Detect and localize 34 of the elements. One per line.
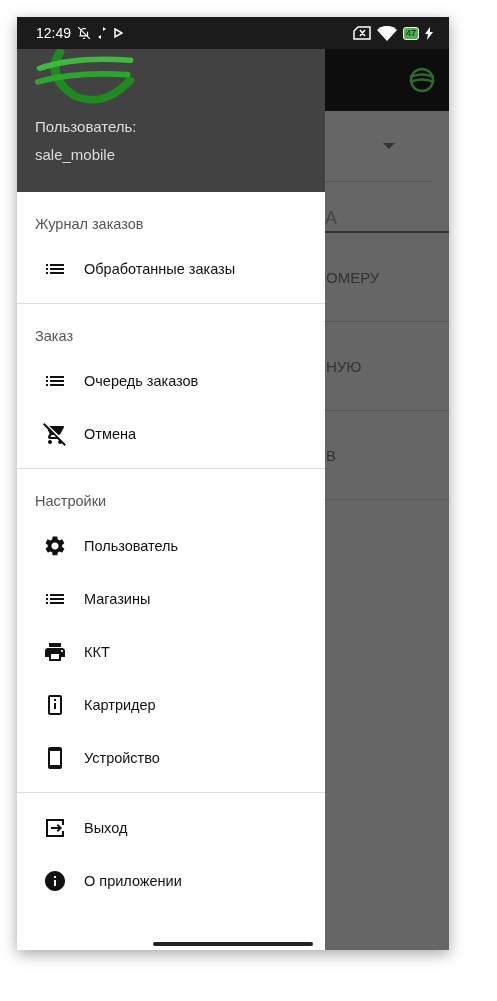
menu-item-label: Картридер: [84, 696, 156, 713]
menu-item-label: О приложении: [84, 872, 182, 889]
menu-item-label: Магазины: [84, 590, 151, 607]
section-heading: Настройки: [34, 492, 108, 511]
menu-item[interactable]: Картридер: [17, 678, 325, 731]
cart-off-icon: [43, 421, 67, 446]
menu-item-label: Выход: [84, 819, 128, 836]
play-icon: [113, 28, 124, 38]
section-heading: Журнал заказов: [34, 215, 145, 234]
menu-item[interactable]: О приложении: [17, 854, 325, 907]
menu-item[interactable]: Устройство: [17, 731, 325, 784]
menu-item[interactable]: ККТ: [17, 625, 325, 678]
menu-item[interactable]: Выход: [17, 801, 325, 854]
logo-icon: [407, 65, 437, 95]
user-label: Пользователь:: [35, 118, 138, 135]
user-name: sale_mobile: [35, 146, 117, 163]
bell-off-icon: [77, 26, 92, 40]
menu-item-label: ККТ: [84, 643, 110, 660]
menu-item[interactable]: Пользователь: [17, 519, 325, 572]
menu-item-label: Устройство: [84, 749, 160, 766]
menu-item-label: Обработанные заказы: [84, 260, 236, 277]
charging-icon: [425, 26, 433, 40]
wifi-icon: [377, 25, 397, 41]
clock: 12:49: [36, 25, 72, 41]
menu-item-label: Очередь заказов: [84, 372, 199, 389]
menu-item-label: Отмена: [84, 425, 137, 442]
sync-icon: [97, 27, 108, 39]
battery-level: 47: [403, 26, 419, 40]
sim-off-icon: [353, 26, 371, 40]
menu-item-label: Пользователь: [84, 537, 179, 554]
dropdown-arrow-icon[interactable]: [383, 143, 395, 149]
info-icon: [43, 868, 67, 893]
section-heading: Заказ: [34, 327, 75, 346]
menu-item[interactable]: Магазины: [17, 572, 325, 625]
